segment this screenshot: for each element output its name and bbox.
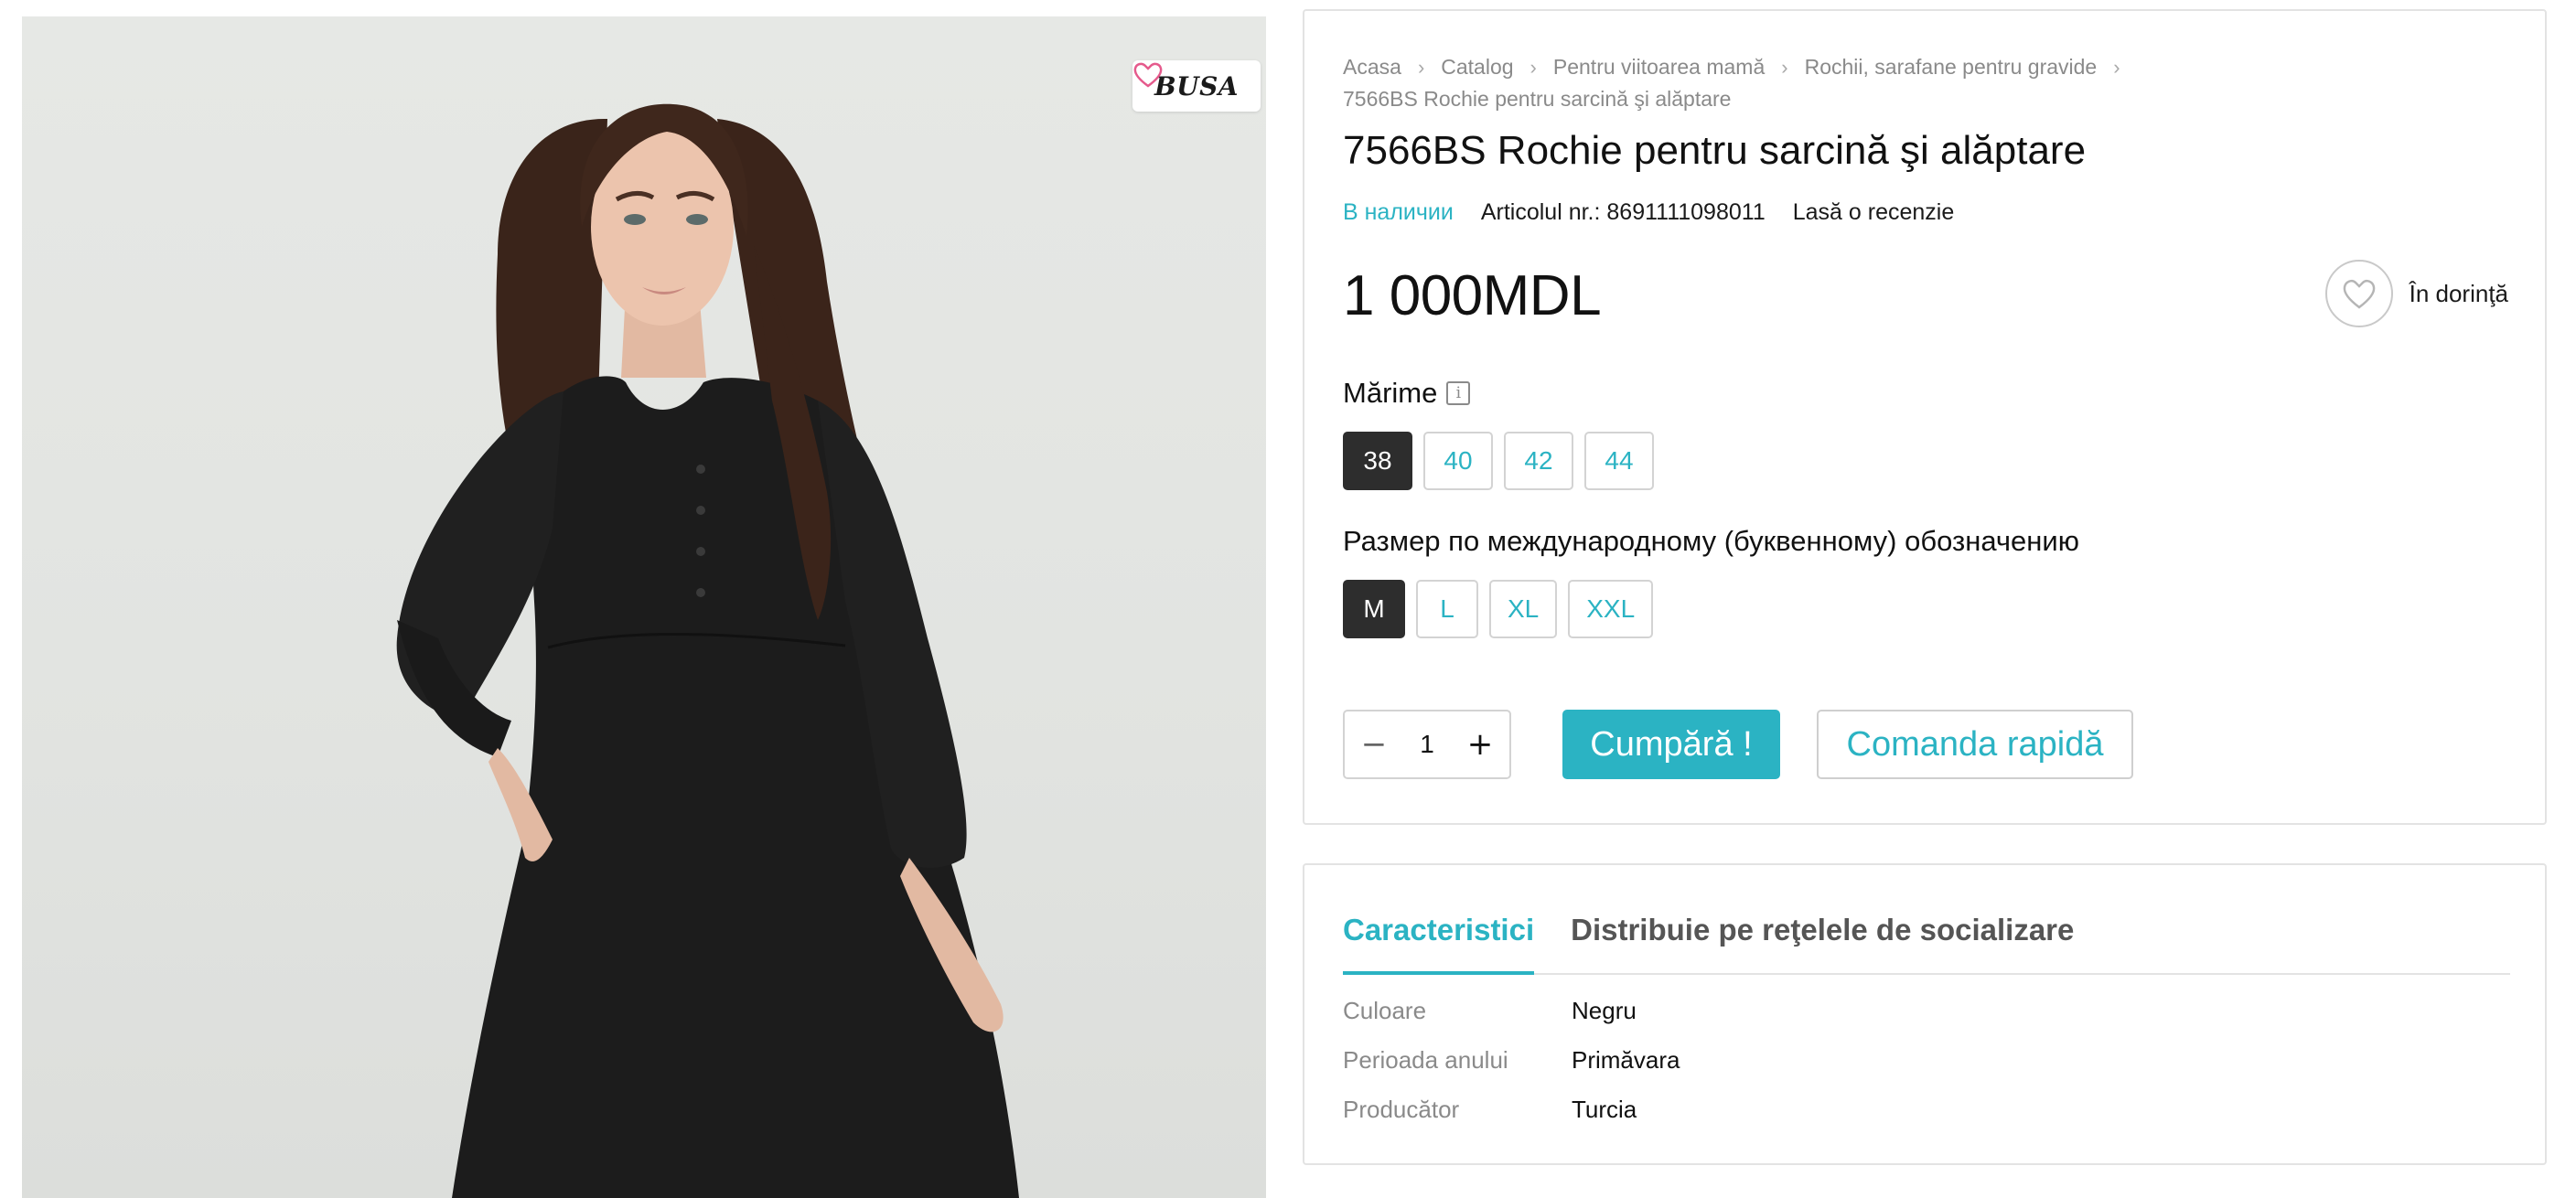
quantity-stepper: − 1 + (1343, 710, 1511, 779)
breadcrumb-item-catalog[interactable]: Catalog (1441, 55, 1513, 79)
brand-logo: BUSA (1132, 60, 1261, 112)
chevron-right-icon: › (2113, 56, 2120, 79)
breadcrumb-item-home[interactable]: Acasa (1343, 55, 1401, 79)
details-tabs: Caracteristici Distribuie pe reţelele de… (1343, 889, 2510, 975)
tab-characteristics[interactable]: Caracteristici (1343, 889, 1535, 975)
spec-value: Negru (1572, 996, 1637, 1024)
heart-icon[interactable] (2324, 260, 2393, 327)
size-label: Mărime i (1343, 377, 1471, 410)
size-option-40[interactable]: 40 (1423, 432, 1493, 490)
letter-size-option-xl[interactable]: XL (1489, 580, 1558, 638)
product-price: 1 000MDL (1343, 264, 1602, 327)
quantity-value[interactable]: 1 (1400, 730, 1454, 759)
wishlist-button[interactable]: În dorinţă (2324, 260, 2508, 327)
spec-key: Producător (1343, 1095, 1460, 1123)
chevron-right-icon: › (1530, 56, 1537, 79)
minus-icon[interactable]: − (1358, 726, 1390, 763)
letter-size-option-m[interactable]: M (1343, 580, 1405, 638)
size-option-44[interactable]: 44 (1584, 432, 1654, 490)
wishlist-label[interactable]: În dorinţă (2410, 280, 2508, 308)
chevron-right-icon: › (1781, 56, 1788, 79)
plus-icon[interactable]: + (1464, 726, 1497, 763)
product-info-card: Acasa › Catalog › Pentru viitoarea mamă › Roch… (1303, 9, 2547, 825)
breadcrumb-item-maternity[interactable]: Pentru viitoarea mamă (1553, 55, 1765, 79)
spec-row: Producător Turcia (1343, 1085, 1680, 1134)
spec-key: Culoare (1343, 996, 1427, 1024)
breadcrumb: Acasa › Catalog › Pentru viitoarea mamă › Roch… (1343, 51, 2496, 114)
size-label-text: Mărime (1343, 377, 1438, 409)
buy-button[interactable]: Cumpără ! (1562, 710, 1780, 779)
heart-logo-icon (1133, 62, 1163, 88)
spec-row: Culoare Negru (1343, 986, 1680, 1035)
article-number: Articolul nr.: 8691111098011 (1480, 199, 1766, 225)
info-icon[interactable]: i (1446, 381, 1471, 405)
size-option-42[interactable]: 42 (1504, 432, 1573, 490)
product-details-card: Caracteristici Distribuie pe reţelele de… (1303, 863, 2547, 1165)
chevron-right-icon: › (1417, 56, 1425, 79)
letter-size-label: Размер по международному (буквенному) об… (1343, 525, 2079, 557)
specs-table: Culoare Negru Perioada anului Primăvara … (1343, 986, 1680, 1134)
tab-share-social[interactable]: Distribuie pe reţelele de socializare (1571, 889, 2074, 975)
size-options: 38 40 42 44 (1343, 432, 1654, 490)
quick-order-button[interactable]: Comanda rapidă (1817, 710, 2133, 779)
spec-value: Turcia (1572, 1095, 1637, 1123)
brand-logo-text: BUSA (1154, 70, 1240, 102)
size-option-38[interactable]: 38 (1343, 432, 1412, 490)
breadcrumb-item-current: 7566BS Rochie pentru sarcină şi alăptare (1343, 87, 1732, 111)
product-title: 7566BS Rochie pentru sarcină şi alăptare (1343, 128, 2087, 173)
leave-review-link[interactable]: Lasă o recenzie (1793, 199, 1955, 226)
letter-size-option-l[interactable]: L (1416, 580, 1478, 638)
letter-size-options: M L XL XXL (1343, 580, 1654, 638)
model-illustration (396, 103, 1019, 1198)
product-photo[interactable]: BUSA (22, 16, 1266, 1198)
breadcrumb-item-dresses[interactable]: Rochii, sarafane pentru gravide (1805, 55, 2098, 79)
product-meta: В наличии Articolul nr.: 8691111098011 L… (1343, 199, 1954, 226)
stock-status: В наличии (1343, 199, 1454, 225)
letter-size-option-xxl[interactable]: XXL (1568, 580, 1654, 638)
spec-row: Perioada anului Primăvara (1343, 1035, 1680, 1085)
spec-value: Primăvara (1572, 1045, 1680, 1074)
spec-key: Perioada anului (1343, 1045, 1508, 1074)
